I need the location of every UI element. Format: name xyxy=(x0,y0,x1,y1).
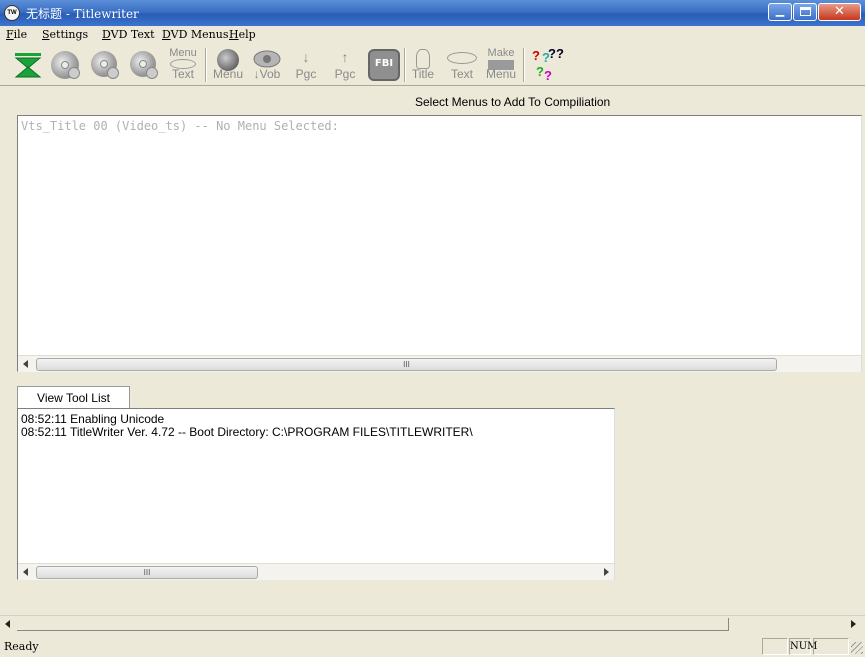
title-bar[interactable]: TW 无标题 - Titlewriter ▁ ✕ xyxy=(0,0,865,26)
arrow-down-icon: ↓ xyxy=(302,49,310,65)
pgc-down-button[interactable]: ↓ Pgc xyxy=(287,46,325,84)
scroll-right-icon[interactable] xyxy=(604,568,609,576)
compile-button[interactable] xyxy=(9,46,47,84)
scroll-left-icon[interactable] xyxy=(23,360,28,368)
disc-badge xyxy=(68,67,80,79)
status-text: Ready xyxy=(4,640,39,653)
question-icon: ? xyxy=(536,64,544,79)
disc-hole xyxy=(100,60,108,68)
disc-hole xyxy=(139,60,147,68)
disc-badge xyxy=(146,67,158,79)
close-button[interactable]: ✕ xyxy=(818,3,861,21)
menu-list-panel[interactable]: Vts_Title 00 (Video_ts) -- No Menu Selec… xyxy=(17,115,862,372)
toolbar-separator xyxy=(205,48,207,82)
status-num: NUM xyxy=(789,638,817,655)
pgc-down-label: Pgc xyxy=(295,67,317,81)
fbi-button[interactable]: FBI xyxy=(365,46,403,84)
help-glyph: ?? xyxy=(548,46,564,61)
pgc-up-button[interactable]: ↑ Pgc xyxy=(326,46,364,84)
question-icon: ? xyxy=(544,68,552,83)
scroll-left-icon[interactable] xyxy=(23,568,28,576)
menu-text-button[interactable]: Menu Text xyxy=(164,46,202,84)
menu-help[interactable]: Help xyxy=(229,28,256,41)
tab-view-tool-list[interactable]: View Tool List xyxy=(17,386,130,410)
foot-icon xyxy=(416,49,430,69)
wing-icon xyxy=(447,52,477,64)
minimize-button[interactable]: ▁ xyxy=(768,3,792,21)
log-panel[interactable]: 08:52:11 Enabling Unicode 08:52:11 Title… xyxy=(17,408,615,580)
window-title: 无标题 - Titlewriter xyxy=(26,7,139,21)
arrow-up-icon: ↑ xyxy=(341,49,349,65)
maximize-button[interactable] xyxy=(793,3,817,21)
menu-settings[interactable]: Settings xyxy=(42,28,88,41)
status-bar: Ready NUM xyxy=(0,636,865,657)
toolbar: Menu Text Menu ↓Vob ↓ Pgc ↑ Pgc FBI Titl… xyxy=(0,44,865,86)
maximize-icon xyxy=(800,7,811,16)
menu-file[interactable]: File xyxy=(6,28,27,41)
no-menu-selected-text: Vts_Title 00 (Video_ts) -- No Menu Selec… xyxy=(21,119,339,133)
vob-label: ↓Vob xyxy=(253,67,281,81)
vob-button[interactable]: ↓Vob xyxy=(248,46,286,84)
disc-button[interactable] xyxy=(47,46,85,84)
scroll-left-icon[interactable] xyxy=(5,620,10,628)
make-menu-button[interactable]: Make Menu xyxy=(482,46,520,84)
menu-bar: File Settings DVD Text DVD Menus Help xyxy=(0,26,865,44)
scroll-thumb[interactable]: III xyxy=(36,566,258,579)
log-line: 08:52:11 Enabling Unicode xyxy=(21,412,165,426)
text-label: Text xyxy=(450,67,473,81)
compile-icon xyxy=(14,53,42,78)
menu-text-top-label: Menu xyxy=(169,47,197,59)
disc-export-button[interactable] xyxy=(125,46,163,84)
title-button[interactable]: Title xyxy=(404,46,442,84)
title-label: Title xyxy=(411,67,435,81)
menu-button[interactable]: Menu xyxy=(209,46,247,84)
fbi-label: FBI xyxy=(374,58,394,69)
text-button[interactable]: Text xyxy=(443,46,481,84)
main-hscrollbar[interactable] xyxy=(0,615,865,633)
menus-header: Select Menus to Add To Compiliation xyxy=(415,95,611,109)
menu-text-bottom-label: Text xyxy=(171,67,194,81)
resize-grip-icon[interactable] xyxy=(851,642,863,654)
question-icon: ? xyxy=(532,48,540,63)
main-scroll-track[interactable] xyxy=(17,618,729,631)
help-button[interactable]: ? ? ?? ? ? xyxy=(528,46,566,84)
log-line: 08:52:11 TitleWriter Ver. 4.72 -- Boot D… xyxy=(21,425,473,439)
menu-dvd-menus[interactable]: DVD Menus xyxy=(162,28,229,41)
make-menu-bottom-label: Menu xyxy=(485,67,517,81)
status-cell-scrl xyxy=(813,638,849,655)
menu-list-hscrollbar[interactable]: III xyxy=(18,355,861,372)
status-cell-caps xyxy=(762,638,788,655)
app-icon[interactable]: TW xyxy=(4,5,20,21)
disc-hole xyxy=(61,61,69,69)
disc-add-button[interactable] xyxy=(86,46,124,84)
toolbar-separator xyxy=(523,48,525,82)
menu-dvd-text[interactable]: DVD Text xyxy=(102,28,155,41)
make-menu-top-label: Make xyxy=(487,47,515,59)
menu-label: Menu xyxy=(212,67,244,81)
log-hscrollbar[interactable]: III xyxy=(18,563,614,580)
disc-badge xyxy=(107,67,119,79)
scroll-right-icon[interactable] xyxy=(851,620,856,628)
fbi-icon: FBI xyxy=(368,49,400,81)
pgc-up-label: Pgc xyxy=(334,67,356,81)
scroll-thumb[interactable]: III xyxy=(36,358,777,371)
